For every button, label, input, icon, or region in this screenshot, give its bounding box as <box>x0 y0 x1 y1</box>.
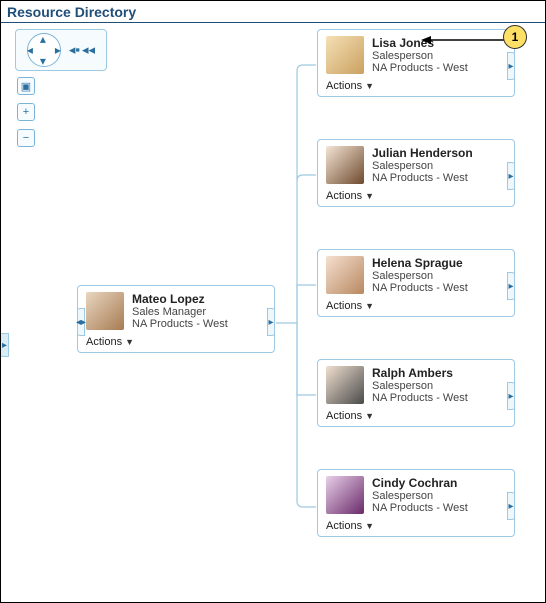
person-location: NA Products - West <box>372 392 506 404</box>
pan-control[interactable]: ▴ ▾ ◂ ▸ <box>27 33 61 67</box>
avatar <box>326 36 364 74</box>
person-location: NA Products - West <box>372 282 506 294</box>
actions-menu[interactable]: Actions ▼ <box>326 80 374 92</box>
person-location: NA Products - West <box>132 318 266 330</box>
collapse-left-handle[interactable]: ◂▸ <box>77 308 85 336</box>
annotation-badge: 1 <box>503 25 527 49</box>
chevron-right-icon: ▸ <box>508 61 513 72</box>
expand-right-handle[interactable]: ▸ <box>507 382 515 410</box>
collapse-icon: ◂▪ <box>69 42 80 58</box>
avatar <box>326 476 364 514</box>
chevron-down-icon: ▼ <box>125 337 134 347</box>
person-role: Salesperson <box>372 160 506 172</box>
actions-menu[interactable]: Actions ▼ <box>326 520 374 532</box>
person-name: Cindy Cochran <box>372 476 506 490</box>
pan-left-icon: ◂ <box>27 43 33 57</box>
person-name: Helena Sprague <box>372 256 506 270</box>
chevron-down-icon: ▼ <box>365 411 374 421</box>
resource-directory-panel: Resource Directory ▴ ▾ ◂ ▸ ◂▪ ◂◂ ▣ + − ▸ <box>0 0 546 603</box>
pan-down-icon: ▾ <box>40 54 46 68</box>
annotation-number: 1 <box>512 30 519 44</box>
chevron-down-icon: ▼ <box>365 301 374 311</box>
zoom-fit-button[interactable]: ▣ <box>17 77 35 95</box>
chevron-down-icon: ▼ <box>365 521 374 531</box>
manager-card[interactable]: ◂▸ Mateo Lopez Sales Manager NA Products… <box>77 285 275 353</box>
chevron-right-icon: ▸ <box>508 281 513 292</box>
nav-toolbar: ▴ ▾ ◂ ▸ ◂▪ ◂◂ <box>15 29 107 71</box>
expand-right-handle[interactable]: ▸ <box>507 272 515 300</box>
actions-label: Actions <box>326 80 362 92</box>
chevron-right-icon: ▸ <box>508 171 513 182</box>
person-location: NA Products - West <box>372 172 506 184</box>
chevron-right-icon: ▸ <box>508 501 513 512</box>
expand-right-handle[interactable]: ▸ <box>267 308 275 336</box>
avatar <box>326 366 364 404</box>
fit-icon: ▣ <box>21 80 31 93</box>
person-name: Mateo Lopez <box>132 292 266 306</box>
actions-label: Actions <box>326 410 362 422</box>
zoom-controls: ▣ + − <box>17 77 37 147</box>
person-location: NA Products - West <box>372 62 506 74</box>
person-role: Salesperson <box>372 380 506 392</box>
person-location: NA Products - West <box>372 502 506 514</box>
actions-menu[interactable]: Actions ▼ <box>86 336 134 348</box>
zoom-in-button[interactable]: + <box>17 103 35 121</box>
actions-menu[interactable]: Actions ▼ <box>326 190 374 202</box>
avatar <box>86 292 124 330</box>
chevron-right-icon: ▸ <box>268 317 273 328</box>
report-card[interactable]: Lisa Jones Salesperson NA Products - Wes… <box>317 29 515 97</box>
plus-icon: + <box>23 106 29 118</box>
person-role: Salesperson <box>372 490 506 502</box>
zoom-out-button[interactable]: − <box>17 129 35 147</box>
person-role: Salesperson <box>372 270 506 282</box>
pan-right-icon: ▸ <box>55 43 61 57</box>
expand-right-handle[interactable]: ▸ <box>507 492 515 520</box>
collapse-tree-button[interactable]: ◂▪ ◂◂ <box>69 42 95 58</box>
person-name: Lisa Jones <box>372 36 506 50</box>
org-chart-canvas: ▴ ▾ ◂ ▸ ◂▪ ◂◂ ▣ + − ▸ <box>1 23 545 600</box>
report-card[interactable]: Helena Sprague Salesperson NA Products -… <box>317 249 515 317</box>
pan-up-icon: ▴ <box>40 32 46 46</box>
collapse-double-icon: ◂◂ <box>82 42 95 58</box>
expand-right-handle[interactable]: ▸ <box>507 52 515 80</box>
chevron-right-icon: ▸ <box>508 391 513 402</box>
expand-right-handle[interactable]: ▸ <box>507 162 515 190</box>
panel-collapse-handle[interactable]: ▸ <box>1 333 9 357</box>
person-name: Julian Henderson <box>372 146 506 160</box>
person-role: Salesperson <box>372 50 506 62</box>
chevron-down-icon: ▼ <box>365 191 374 201</box>
actions-label: Actions <box>86 336 122 348</box>
actions-menu[interactable]: Actions ▼ <box>326 410 374 422</box>
report-card[interactable]: Cindy Cochran Salesperson NA Products - … <box>317 469 515 537</box>
person-name: Ralph Ambers <box>372 366 506 380</box>
person-role: Sales Manager <box>132 306 266 318</box>
actions-label: Actions <box>326 190 362 202</box>
avatar <box>326 256 364 294</box>
actions-label: Actions <box>326 300 362 312</box>
minus-icon: − <box>23 132 29 144</box>
avatar <box>326 146 364 184</box>
actions-label: Actions <box>326 520 362 532</box>
panel-title: Resource Directory <box>1 1 545 23</box>
actions-menu[interactable]: Actions ▼ <box>326 300 374 312</box>
chevron-left-icon: ◂▸ <box>76 317 86 328</box>
report-card[interactable]: Ralph Ambers Salesperson NA Products - W… <box>317 359 515 427</box>
chevron-right-icon: ▸ <box>2 340 7 351</box>
report-card[interactable]: Julian Henderson Salesperson NA Products… <box>317 139 515 207</box>
chevron-down-icon: ▼ <box>365 81 374 91</box>
